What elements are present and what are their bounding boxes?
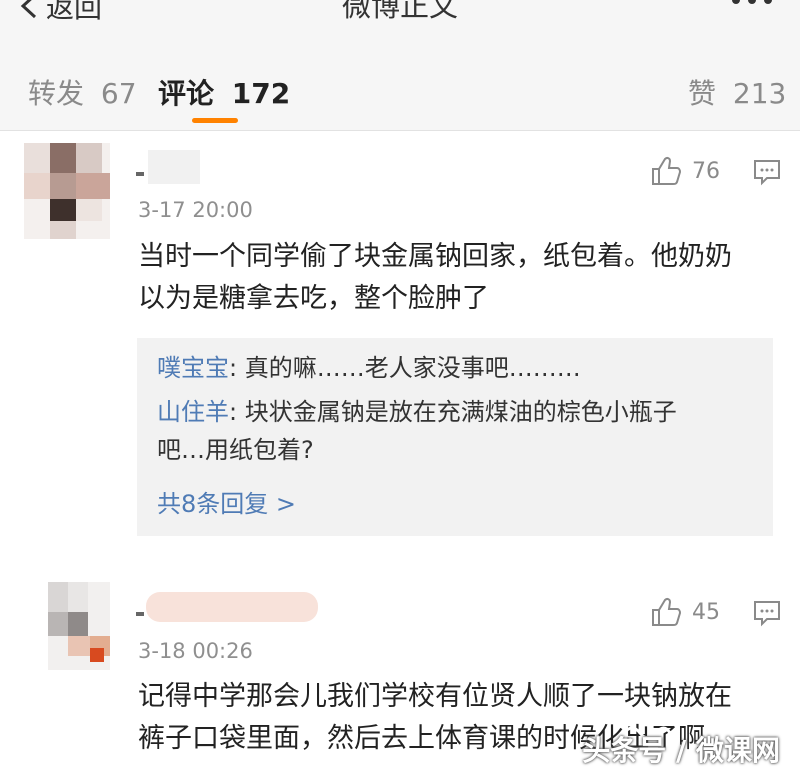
- comment-icon[interactable]: [752, 598, 782, 628]
- tab-reposts-count: 67: [100, 77, 137, 110]
- username-blurred[interactable]: [136, 590, 318, 624]
- like-count: 76: [692, 158, 720, 184]
- tab-comments-count: 172: [231, 77, 291, 110]
- comment-text-line: 当时一个同学偷了块金属钠回家，纸包着。他奶奶: [138, 241, 732, 272]
- thumbs-up-icon: [652, 156, 682, 185]
- reply-username[interactable]: 噗宝宝: [157, 354, 229, 382]
- tab-likes-count: 213: [732, 77, 787, 110]
- username-blurred[interactable]: [136, 150, 200, 184]
- page-title: 微博正文: [341, 0, 458, 23]
- avatar[interactable]: [48, 582, 110, 670]
- reply-item: 山住羊: 块状金属钠是放在充满煤油的棕色小瓶子: [157, 394, 677, 431]
- comment-text-line: 记得中学那会儿我们学校有位贤人顺了一块钠放在: [138, 681, 732, 712]
- watermark: 头条号 / 微课网: [582, 734, 780, 767]
- tab-reposts-label: 转发: [28, 77, 85, 110]
- tab-reposts[interactable]: 转发 67: [28, 72, 137, 112]
- reply-text-cont: 吧…用纸包着?: [157, 436, 314, 464]
- thumbs-up-icon: [652, 597, 682, 626]
- more-icon[interactable]: [728, 0, 776, 12]
- like-button[interactable]: 76: [650, 155, 720, 187]
- tab-likes-label: 赞: [688, 77, 717, 110]
- comment-text: 当时一个同学偷了块金属钠回家，纸包着。他奶奶 以为是糖拿去吃，整个脸肿了: [138, 236, 732, 320]
- reply-username[interactable]: 山住羊: [157, 398, 229, 426]
- comment-icon[interactable]: [752, 157, 782, 187]
- like-count: 45: [692, 599, 720, 625]
- tab-comments-label: 评论: [158, 77, 215, 110]
- more-replies-link[interactable]: 共8条回复 >: [157, 484, 296, 519]
- reply-item: 噗宝宝: 真的嘛……老人家没事吧………: [157, 350, 581, 387]
- comment-text-line: 以为是糖拿去吃，整个脸肿了: [138, 283, 489, 314]
- like-button[interactable]: 45: [650, 596, 720, 628]
- reply-text: : 真的嘛……老人家没事吧………: [229, 354, 581, 382]
- comment-time: 3-17 20:00: [138, 198, 253, 222]
- nav-header: 返回 微博正文: [0, 0, 800, 39]
- tab-likes[interactable]: 赞 213: [688, 72, 786, 112]
- tab-comments[interactable]: 评论 172: [158, 72, 290, 112]
- active-tab-indicator: [192, 118, 238, 123]
- reply-text: : 块状金属钠是放在充满煤油的棕色小瓶子: [229, 398, 677, 426]
- avatar[interactable]: [24, 143, 110, 239]
- tab-bar: 转发 67 评论 172 赞 213: [0, 38, 800, 131]
- comment-time: 3-18 00:26: [138, 639, 253, 663]
- reply-preview[interactable]: 噗宝宝: 真的嘛……老人家没事吧……… 山住羊: 块状金属钠是放在充满煤油的棕色…: [137, 338, 773, 536]
